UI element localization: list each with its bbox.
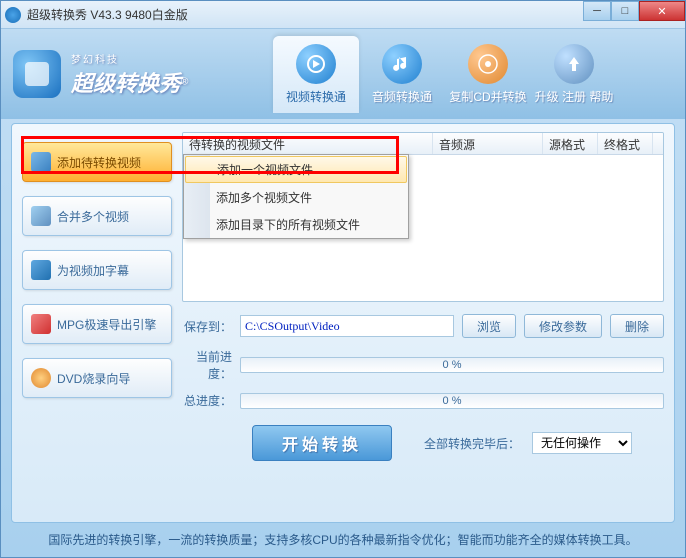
video-icon [296, 44, 336, 84]
minimize-button[interactable]: ─ [583, 1, 611, 21]
nav-audio[interactable]: 音频转换通 [359, 36, 445, 113]
save-path-input[interactable] [240, 315, 454, 337]
nav-video[interactable]: 视频转换通 [273, 36, 359, 113]
after-select[interactable]: 无任何操作 [532, 432, 632, 454]
nav-cd[interactable]: 复制CD并转换 [445, 36, 531, 113]
current-progress-bar: 0 % [240, 357, 664, 373]
params-button[interactable]: 修改参数 [524, 314, 602, 338]
sidebar-subtitle[interactable]: 为视频加字幕 [22, 250, 172, 290]
merge-icon [31, 206, 51, 226]
total-progress-label: 总进度： [182, 392, 232, 409]
subtitle-icon [31, 260, 51, 280]
cd-icon [468, 44, 508, 84]
statusbar: 国际先进的转换引擎，一流的转换质量；支持多核CPU的各种最新指令优化；智能而功能… [11, 529, 675, 551]
col-audio[interactable]: 音频源 [433, 133, 543, 154]
close-button[interactable]: ✕ [639, 1, 685, 21]
app-icon [5, 7, 21, 23]
menu-add-one[interactable]: 添加一个视频文件 [185, 156, 407, 183]
logo-icon [13, 50, 61, 98]
col-src[interactable]: 源格式 [543, 133, 598, 154]
titlebar: 超级转换秀 V43.3 9480白金版 ─ □ ✕ [1, 1, 685, 29]
logo-title: 超级转换秀 [71, 71, 181, 96]
col-file[interactable]: 待转换的视频文件 [183, 133, 433, 154]
current-progress-label: 当前进度： [182, 348, 232, 382]
header: 梦幻科技 超级转换秀® 视频转换通 音频转换通 复制CD并转换 升级 注册 帮助 [1, 29, 685, 119]
start-button[interactable]: 开始转换 [252, 425, 392, 461]
sidebar-dvd[interactable]: DVD烧录向导 [22, 358, 172, 398]
upgrade-icon [554, 44, 594, 84]
col-dst[interactable]: 终格式 [598, 133, 653, 154]
save-to-label: 保存到： [182, 318, 232, 335]
total-progress-bar: 0 % [240, 393, 664, 409]
file-table: 待转换的视频文件 音频源 源格式 终格式 添加一个视频文件 添加多个视频文件 添… [182, 132, 664, 302]
mpg-icon [31, 314, 51, 334]
logo: 梦幻科技 超级转换秀® [13, 50, 273, 98]
maximize-button[interactable]: □ [611, 1, 639, 21]
sidebar-mpg[interactable]: MPG极速导出引擎 [22, 304, 172, 344]
menu-add-many[interactable]: 添加多个视频文件 [184, 184, 408, 211]
menu-add-dir[interactable]: 添加目录下的所有视频文件 [184, 211, 408, 238]
sidebar-merge[interactable]: 合并多个视频 [22, 196, 172, 236]
logo-subtitle: 梦幻科技 [71, 51, 188, 66]
after-label: 全部转换完毕后： [424, 435, 520, 452]
nav-upgrade[interactable]: 升级 注册 帮助 [531, 36, 617, 113]
delete-button[interactable]: 删除 [610, 314, 664, 338]
browse-button[interactable]: 浏览 [462, 314, 516, 338]
sidebar-add-video[interactable]: 添加待转换视频 [22, 142, 172, 182]
dvd-icon [31, 368, 51, 388]
add-icon [31, 152, 51, 172]
music-icon [382, 44, 422, 84]
context-menu: 添加一个视频文件 添加多个视频文件 添加目录下的所有视频文件 [183, 154, 409, 239]
